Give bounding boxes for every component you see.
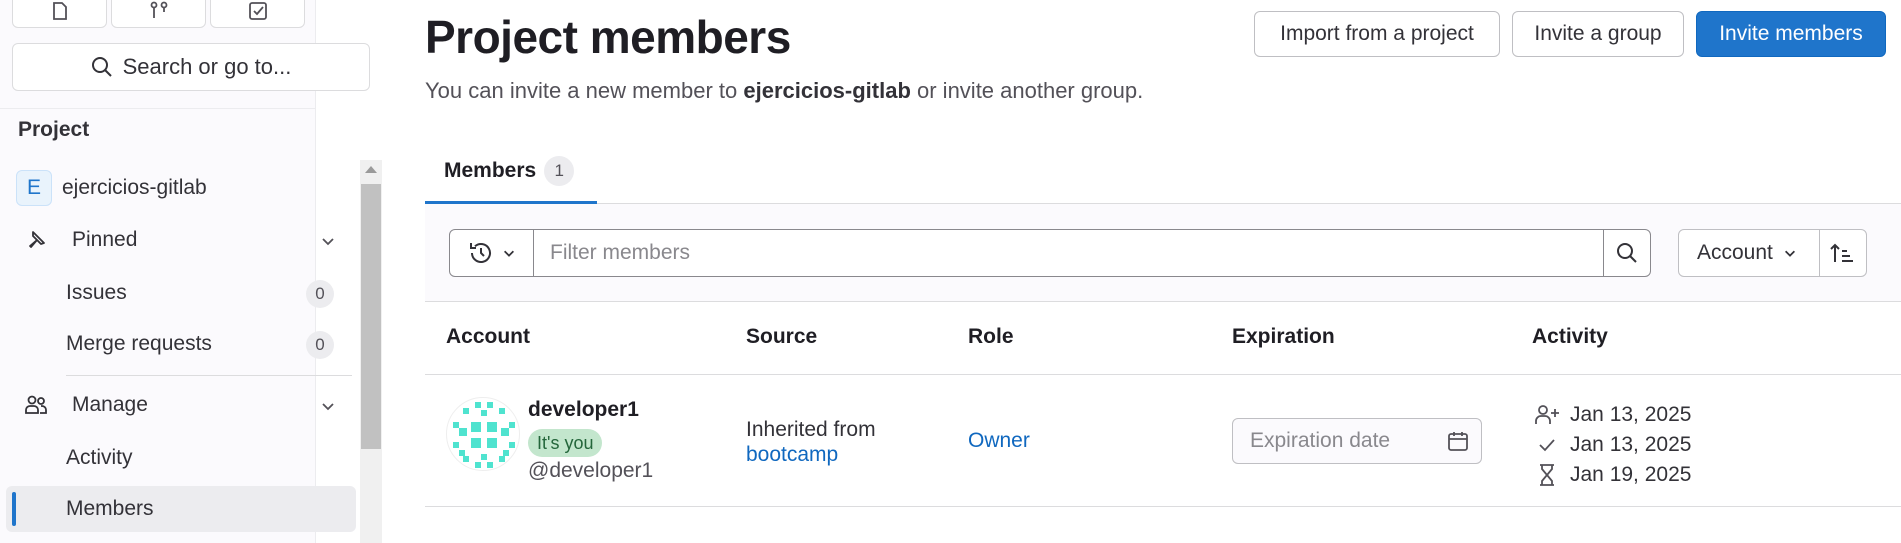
tabs: Members 1	[425, 140, 1901, 204]
activity-date: Jan 13, 2025	[1570, 433, 1692, 456]
page-title: Project members	[425, 11, 791, 63]
sort-direction-button[interactable]	[1819, 229, 1867, 277]
active-indicator	[12, 492, 16, 526]
sidebar-item-label: Members	[66, 497, 154, 520]
sidebar-section-title: Project	[18, 118, 90, 141]
sidebar-item-label: ejercicios-gitlab	[62, 176, 207, 199]
new-item-button[interactable]	[12, 0, 107, 28]
column-header-activity: Activity	[1532, 325, 1608, 348]
sort-ascending-icon	[1830, 243, 1853, 262]
search-label: Search or go to...	[122, 54, 292, 79]
calendar-icon	[1448, 432, 1468, 451]
todo-shortcut[interactable]	[210, 0, 305, 28]
activity-date: Jan 13, 2025	[1570, 403, 1692, 426]
edit-icon	[52, 2, 67, 20]
sidebar-item-label: Activity	[66, 446, 133, 469]
tab-label: Members	[444, 158, 537, 182]
avatar[interactable]	[446, 397, 520, 471]
column-header-source: Source	[746, 325, 818, 348]
sidebar-item-label: Issues	[66, 281, 127, 304]
sidebar-item-project[interactable]: E ejercicios-gitlab	[6, 165, 356, 211]
sort-label: Account	[1697, 241, 1773, 264]
its-you-badge: It's you	[528, 429, 603, 457]
pinned-divider	[66, 375, 352, 376]
invite-members-button[interactable]: Invite members	[1696, 11, 1886, 57]
sidebar-item-manage[interactable]: Manage	[6, 382, 356, 428]
filter-search-button[interactable]	[1603, 229, 1651, 277]
tab-members[interactable]: Members 1	[425, 140, 597, 204]
user-add-icon	[1534, 404, 1560, 426]
sidebar-item-merge-requests[interactable]: Merge requests 0	[6, 321, 356, 367]
merge-request-icon	[150, 1, 167, 18]
column-header-expiration: Expiration	[1232, 325, 1335, 348]
activity-last-activity: Jan 19, 2025	[1534, 463, 1691, 487]
pin-icon	[18, 229, 54, 251]
recent-searches-button[interactable]	[449, 229, 534, 277]
chevron-down-icon	[1784, 250, 1795, 257]
activity-access-granted: Jan 13, 2025	[1534, 433, 1691, 457]
search-icon	[1617, 243, 1637, 263]
activity-user-created: Jan 13, 2025	[1534, 403, 1691, 427]
source-group-link[interactable]: bootcamp	[746, 442, 876, 467]
sidebar-item-activity[interactable]: Activity	[6, 435, 356, 481]
sidebar-item-issues[interactable]: Issues 0	[6, 270, 356, 316]
hourglass-icon	[1534, 463, 1560, 487]
chevron-down-icon	[503, 250, 514, 257]
activity-date: Jan 19, 2025	[1570, 463, 1692, 486]
table-header-divider	[425, 374, 1901, 375]
table-row-divider	[425, 506, 1901, 507]
column-header-role[interactable]: Role	[968, 325, 1014, 349]
filter-members-input[interactable]: Filter members	[533, 229, 1604, 277]
merge-requests-shortcut[interactable]	[111, 0, 206, 28]
history-icon	[469, 243, 491, 263]
sort-by-dropdown[interactable]: Account	[1678, 229, 1820, 277]
sidebar: Search or go to... Project E ejercicios-…	[0, 0, 382, 543]
sidebar-item-label: Manage	[72, 393, 148, 416]
member-name[interactable]: developer1	[528, 398, 639, 422]
search-icon	[91, 57, 112, 77]
users-icon	[18, 394, 54, 416]
member-username: @developer1	[528, 459, 654, 482]
project-avatar: E	[16, 170, 52, 206]
expiration-date-input[interactable]: Expiration date	[1232, 418, 1482, 464]
main-content: Project members You can invite a new mem…	[316, 0, 1901, 543]
sidebar-item-label: Merge requests	[66, 332, 212, 355]
sidebar-divider	[0, 108, 316, 109]
sidebar-item-pinned[interactable]: Pinned	[6, 217, 356, 263]
invite-group-button[interactable]: Invite a group	[1512, 11, 1684, 57]
expiration-placeholder: Expiration date	[1250, 429, 1391, 452]
filter-bar: Filter members Account	[425, 204, 1901, 302]
member-source: Inherited from bootcamp	[746, 417, 876, 467]
check-icon	[1534, 435, 1560, 455]
sidebar-item-members[interactable]: Members	[6, 486, 356, 532]
project-name: ejercicios-gitlab	[743, 78, 911, 103]
sidebar-item-label: Pinned	[72, 228, 138, 251]
import-from-project-button[interactable]: Import from a project	[1254, 11, 1500, 57]
page-subtitle: You can invite a new member to ejercicio…	[425, 78, 1144, 103]
tab-count-badge: 1	[544, 155, 575, 186]
role-link[interactable]: Owner	[968, 429, 1030, 453]
source-prefix: Inherited from	[746, 418, 876, 441]
column-header-account[interactable]: Account	[446, 325, 530, 349]
todo-icon	[248, 2, 267, 20]
